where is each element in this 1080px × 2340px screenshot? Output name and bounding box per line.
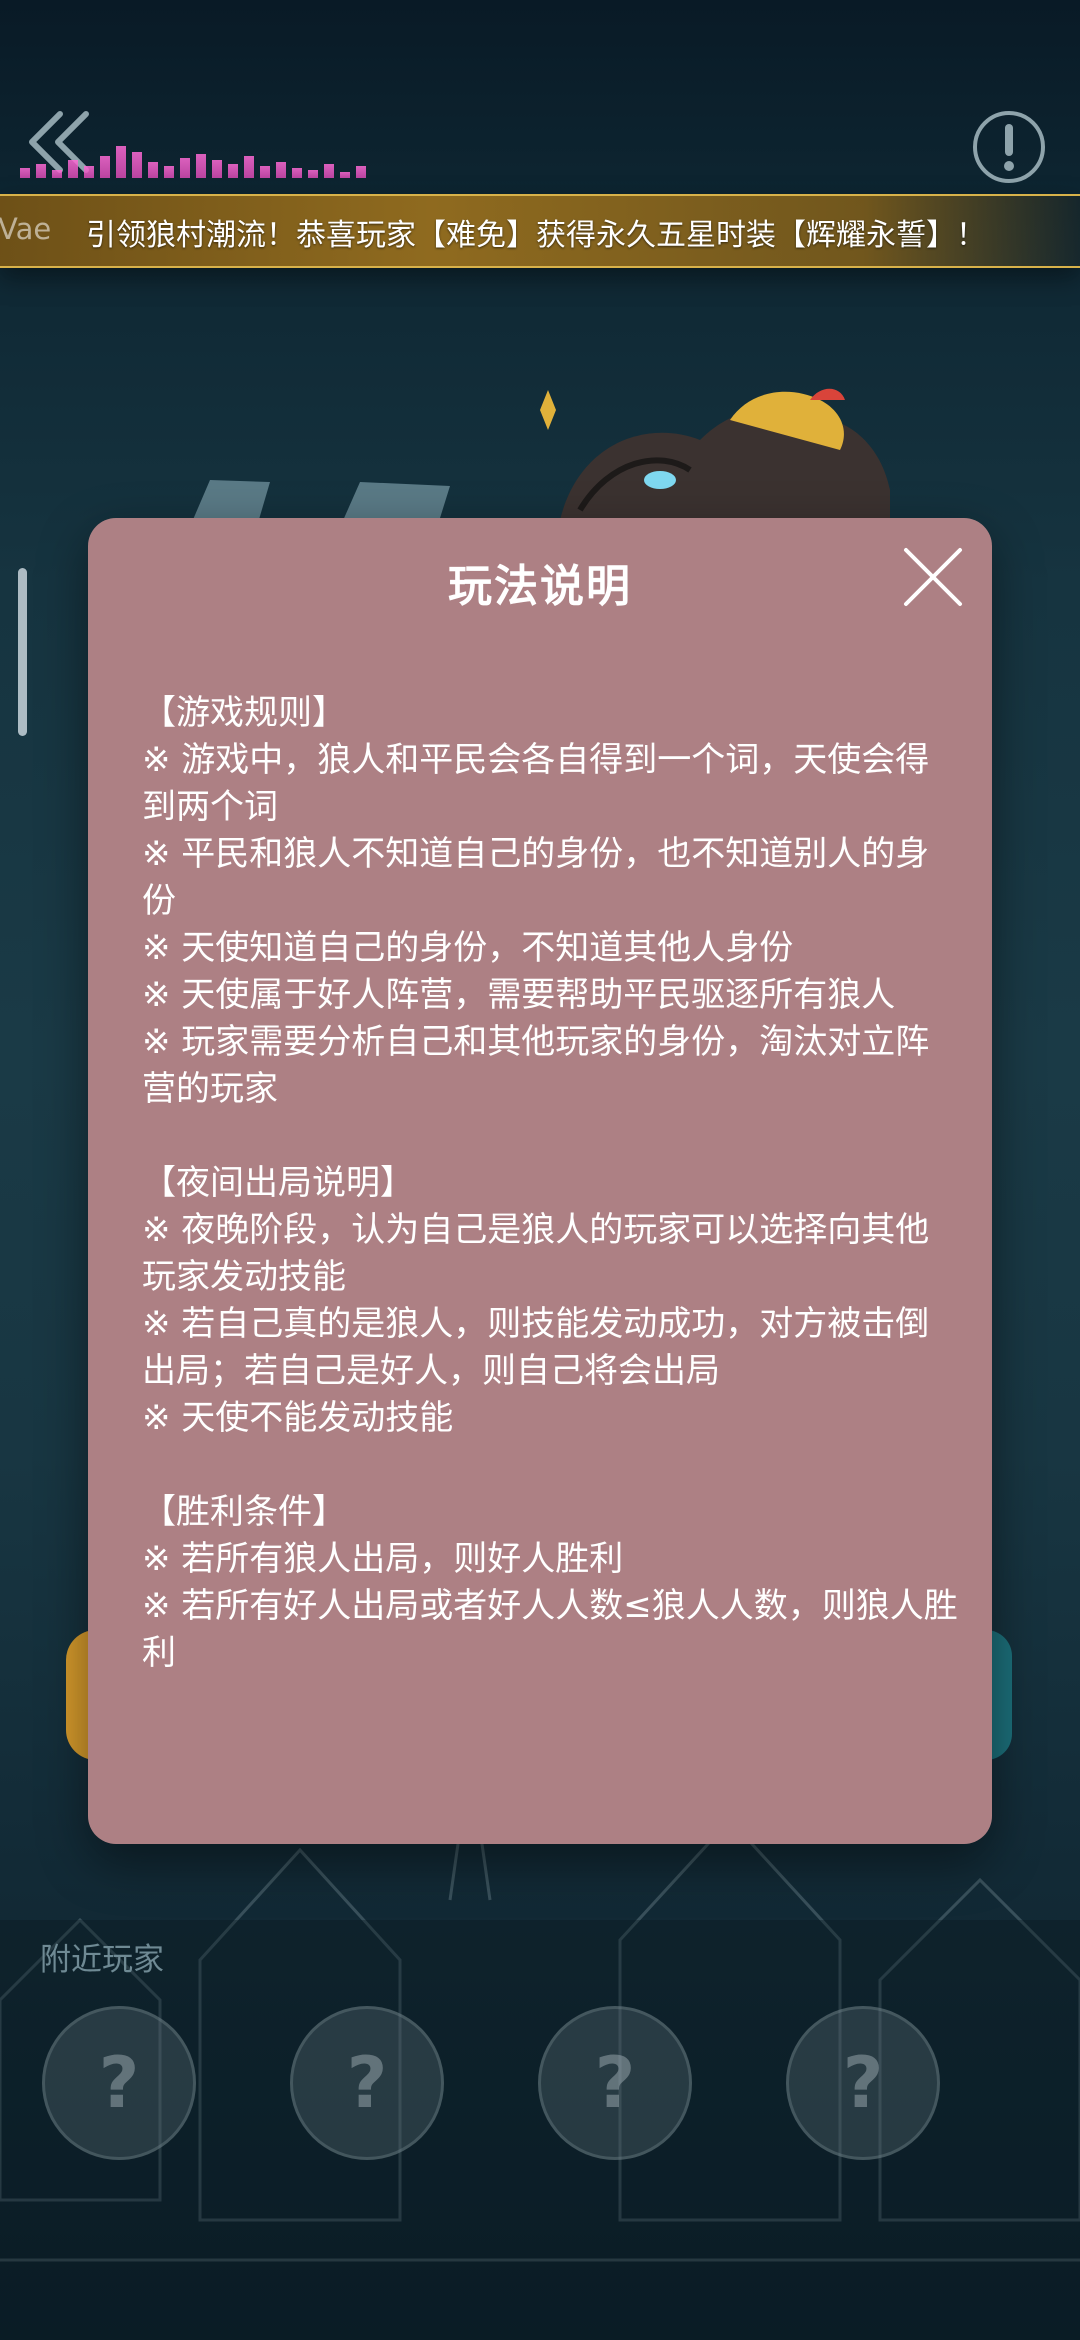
rules-section: 【游戏规则】 ※ 游戏中，狼人和平民会各自得到一个词，天使会得到两个词 ※ 平民… [142, 690, 962, 1113]
equalizer-icon [20, 138, 366, 178]
close-x-icon[interactable] [900, 544, 966, 610]
section-title: 【夜间出局说明】 [142, 1163, 414, 1203]
exclamation-circle-icon[interactable] [970, 108, 1048, 186]
nearby-player-avatar[interactable]: ? [786, 2006, 940, 2160]
scroll-indicator [18, 568, 27, 736]
nearby-players-title: 附近玩家 [40, 1942, 164, 1978]
rule-item: ※ 天使知道自己的身份，不知道其他人身份 [142, 928, 794, 968]
banner-announcement-text: 引领狼村潮流！恭喜玩家【难免】获得永久五星时装【辉耀永誓】！ [86, 218, 986, 253]
rule-item: ※ 游戏中，狼人和平民会各自得到一个词，天使会得到两个词 [142, 740, 930, 827]
section-title: 【游戏规则】 [142, 693, 346, 733]
rule-item: ※ 平民和狼人不知道自己的身份，也不知道别人的身份 [142, 834, 930, 921]
section-title: 【胜利条件】 [142, 1492, 346, 1532]
question-mark-icon: ? [594, 2042, 636, 2124]
rules-content: 【游戏规则】 ※ 游戏中，狼人和平民会各自得到一个词，天使会得到两个词 ※ 平民… [142, 690, 962, 1724]
dialog-title: 玩法说明 [448, 561, 632, 612]
rule-item: ※ 玩家需要分析自己和其他玩家的身份，淘汰对立阵营的玩家 [142, 1022, 930, 1109]
banner-scroll-text-ghost: Vae [0, 212, 52, 246]
rule-item: ※ 夜晚阶段，认为自己是狼人的玩家可以选择向其他玩家发动技能 [142, 1210, 930, 1297]
nearby-player-avatar[interactable]: ? [42, 2006, 196, 2160]
rule-item: ※ 若自己真的是狼人，则技能发动成功，对方被击倒出局；若自己是好人，则自己将会出… [142, 1304, 930, 1391]
question-mark-icon: ? [98, 2042, 140, 2124]
rule-item: ※ 若所有好人出局或者好人人数≤狼人人数，则狼人胜利 [142, 1586, 958, 1673]
rules-dialog: 玩法说明 【游戏规则】 ※ 游戏中，狼人和平民会各自得到一个词，天使会得到两个词… [88, 518, 992, 1844]
rules-section: 【胜利条件】 ※ 若所有狼人出局，则好人胜利 ※ 若所有好人出局或者好人人数≤狼… [142, 1489, 962, 1677]
rules-section: 【夜间出局说明】 ※ 夜晚阶段，认为自己是狼人的玩家可以选择向其他玩家发动技能 … [142, 1160, 962, 1442]
rule-item: ※ 若所有狼人出局，则好人胜利 [142, 1539, 624, 1579]
nearby-player-avatar[interactable]: ? [290, 2006, 444, 2160]
announcement-banner: Vae 引领狼村潮流！恭喜玩家【难免】获得永久五星时装【辉耀永誓】！ [0, 194, 1080, 268]
question-mark-icon: ? [842, 2042, 884, 2124]
rule-item: ※ 天使不能发动技能 [142, 1398, 454, 1438]
question-mark-icon: ? [346, 2042, 388, 2124]
rule-item: ※ 天使属于好人阵营，需要帮助平民驱逐所有狼人 [142, 975, 896, 1015]
nearby-player-avatar[interactable]: ? [538, 2006, 692, 2160]
